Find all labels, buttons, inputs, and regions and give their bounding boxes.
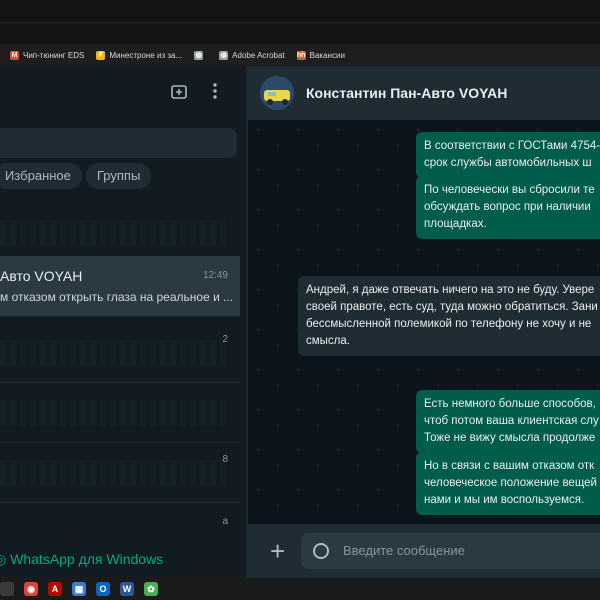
outlook-icon[interactable]: O (96, 582, 110, 596)
chat-header[interactable]: Константин Пан-Авто VOYAH (248, 66, 600, 120)
whatsapp-window: Избранное Группы Авто VOYAH 12:49 м отка… (0, 66, 600, 578)
message-input[interactable]: Введите сообщение (301, 533, 600, 569)
word-icon[interactable]: W (120, 582, 134, 596)
search-input[interactable] (0, 128, 237, 158)
conversation-panel: Константин Пан-Авто VOYAH В соответствии… (248, 66, 600, 578)
bookmark-item[interactable]: M Чип-тюнинг EDS (10, 50, 85, 60)
hh-icon: hh (296, 50, 306, 60)
bookmark-label: Вакансии (309, 50, 345, 60)
whatsapp-icon: ◎ (0, 551, 7, 567)
chrome-icon[interactable]: ◉ (24, 582, 38, 596)
chat-list-header (0, 66, 246, 120)
bookmark-item[interactable]: ◍ Adobe Acrobat (219, 50, 285, 60)
message-bubble-outgoing: Но в связи с вашим отказом отк человечес… (416, 452, 600, 515)
chat-list-item-active[interactable]: Авто VOYAH 12:49 м отказом открыть глаза… (0, 256, 240, 317)
attach-plus-icon[interactable]: + (270, 536, 285, 566)
browser-tab-strip (0, 0, 600, 44)
unread-count: 8 (222, 454, 228, 465)
windows-icon[interactable] (0, 582, 14, 596)
unread-count: 2 (222, 334, 228, 345)
footer-label: WhatsApp для Windows (10, 551, 164, 567)
chat-list-panel: Избранное Группы Авто VOYAH 12:49 м отка… (0, 66, 246, 578)
globe-icon: ◍ (194, 50, 204, 60)
chat-list-item[interactable] (0, 202, 240, 263)
chat-list-item[interactable] (0, 382, 240, 443)
bookmark-item[interactable]: ◍ (194, 50, 207, 60)
message-list: В соответствии с ГОСТами 4754- срок служ… (248, 120, 600, 524)
bookmark-item[interactable]: F Минестроне из за... (96, 50, 183, 60)
store-icon[interactable]: ▦ (72, 582, 86, 596)
windows-taskbar: ◉ A ▦ O W ✿ (0, 578, 600, 600)
chat-preview: м отказом открыть глаза на реальное и ..… (0, 290, 234, 304)
filter-favorites[interactable]: Избранное (0, 163, 82, 189)
emoji-icon[interactable] (313, 543, 329, 559)
chat-list-item[interactable]: 8 (0, 442, 240, 503)
bookmark-label: Adobe Acrobat (232, 50, 285, 60)
acrobat-icon[interactable]: A (48, 582, 62, 596)
chat-name: Авто VOYAH (0, 268, 83, 284)
app-icon[interactable]: ✿ (144, 582, 158, 596)
bookmark-label: Чип-тюнинг EDS (23, 50, 85, 60)
filter-groups[interactable]: Группы (86, 163, 152, 189)
bookmarks-bar: M Чип-тюнинг EDS F Минестроне из за... ◍ ◍ Ado… (0, 44, 600, 66)
chat-time: 12:49 (202, 270, 228, 281)
bookmark-f-icon: F (96, 50, 106, 60)
avatar[interactable] (260, 76, 294, 110)
menu-icon[interactable] (212, 82, 218, 105)
message-bubble-outgoing: По человечески вы сбросили те обсуждать … (416, 176, 600, 239)
chat-list-item[interactable]: 2 (0, 322, 240, 383)
contact-name: Константин Пан-Авто VOYAH (306, 85, 508, 101)
bookmark-label: Минестроне из за... (109, 50, 183, 60)
bookmark-item[interactable]: hh Вакансии (296, 50, 345, 60)
new-chat-icon[interactable] (170, 83, 188, 106)
message-bubble-incoming: Андрей, я даже отвечать ничего на это не… (298, 276, 600, 356)
message-composer: + Введите сообщение (248, 524, 600, 578)
globe-icon: ◍ (219, 50, 229, 60)
message-placeholder: Введите сообщение (343, 543, 465, 558)
message-bubble-outgoing: Есть немного больше способов, чтоб потом… (416, 390, 600, 453)
chat-list-item[interactable]: a (0, 502, 240, 538)
whatsapp-windows-footer[interactable]: ◎ WhatsApp для Windows (0, 540, 246, 578)
message-bubble-outgoing: В соответствии с ГОСТами 4754- срок служ… (416, 132, 600, 178)
gmail-icon: M (10, 50, 19, 60)
